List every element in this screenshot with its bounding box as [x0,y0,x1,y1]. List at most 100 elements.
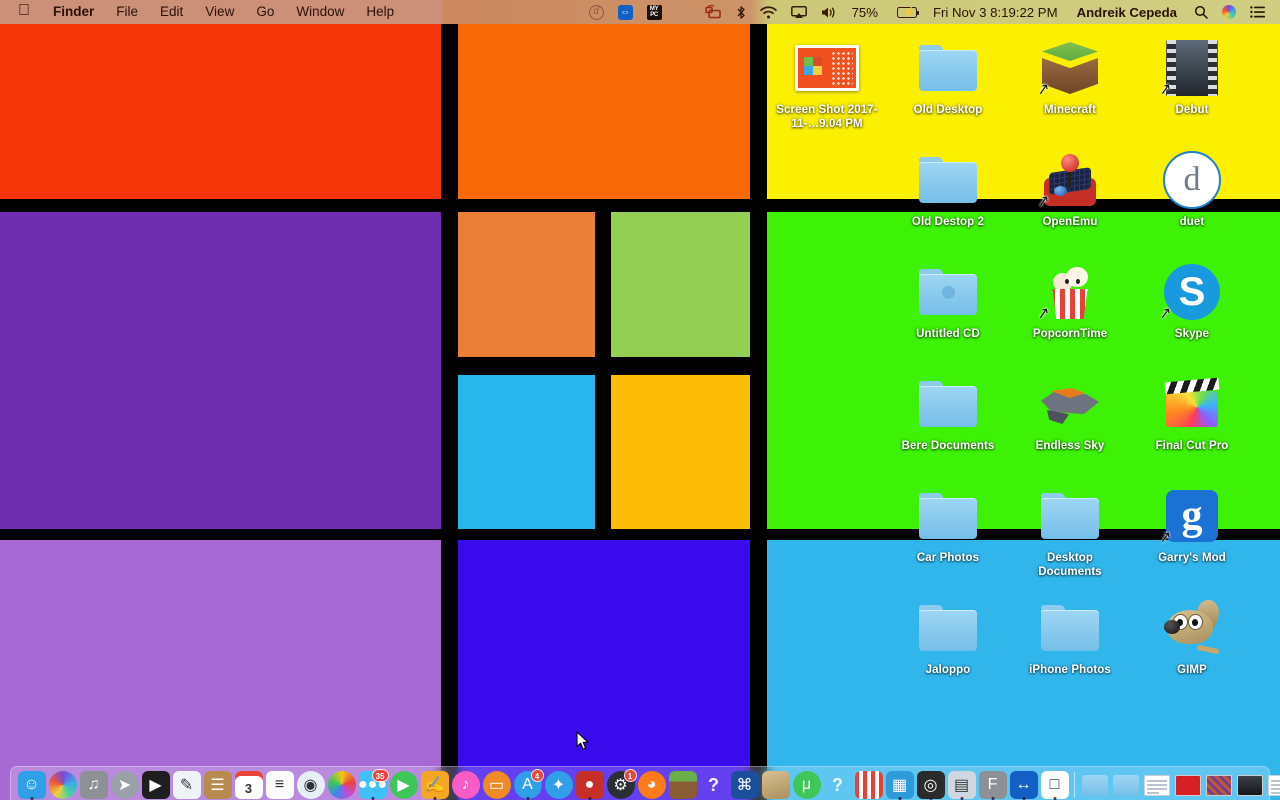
apple-menu-icon[interactable]:  [8,0,42,24]
menu-item-edit[interactable]: Edit [149,0,194,24]
dock-file-folder[interactable] [1111,770,1141,800]
icon-desktop-documents[interactable]: Desktop Documents [1016,484,1124,579]
wifi-icon[interactable] [753,0,784,24]
icon-popcorntime-art: ↗ [1036,260,1102,324]
icon-duet[interactable]: d duet [1138,148,1246,229]
menu-item-file[interactable]: File [105,0,149,24]
icon-car-photos[interactable]: Car Photos [894,484,1002,565]
dock-maps[interactable]: ◉ [296,770,326,800]
dock-libreoffice[interactable]: □ [1040,770,1070,800]
folder-icon [919,157,977,203]
film-strip-icon [1166,40,1218,96]
icon-popcorntime[interactable]: ↗ PopcornTime [1016,260,1124,341]
sync-spinner-icon[interactable] [669,0,698,24]
dock-freeapp[interactable]: ▦ [885,770,915,800]
siri-icon[interactable] [1215,0,1243,24]
dock-preview[interactable]: ✎ [172,770,202,800]
icon-garrys-mod-label: Garry's Mod [1158,552,1226,564]
user-menu[interactable]: Andreik Cepeda [1067,0,1187,24]
dock-minecraft[interactable] [668,770,698,800]
dock-utorrent[interactable]: μ [792,770,822,800]
dock-photos[interactable] [327,770,357,800]
dock-finder[interactable]: ☺ [17,770,47,800]
menu-item-window[interactable]: Window [285,0,355,24]
dock-safari[interactable]: ✦ [544,770,574,800]
folder-icon [919,381,977,427]
dock-file-doc-1[interactable] [1142,770,1172,800]
icon-screen-shot[interactable]: Screen Shot 2017-11-…9.04 PM [773,36,881,131]
dock-ibooks[interactable]: ▭ [482,770,512,800]
dock-teamviewer[interactable]: ↔ [1009,770,1039,800]
duet-icon[interactable]: d [582,0,611,24]
dock[interactable]: ☺ ♫ ➤ ▶ ✎ ☰ 3 ≡ ◉ ●●● 35 ▶ ✍ ♪ ▭ A 4 ✦ ● ⚙ 1 ◕? ⌘ μ? ▦ ◎ ▤ F ↔ □ [10,766,1280,800]
dock-ps4-remote[interactable]: ⌘ [730,770,760,800]
icon-debut[interactable]: ↗ Debut [1138,36,1246,117]
dock-facetime[interactable]: ▶ [389,770,419,800]
icon-minecraft-art: ↗ [1036,36,1102,100]
dock-file-store[interactable] [1080,770,1110,800]
icon-skype[interactable]: S ↗ Skype [1138,260,1246,341]
dock-popcorntime[interactable] [854,770,884,800]
screen-sharing-icon[interactable] [698,0,729,24]
dock-itunes[interactable]: ♪ [451,770,481,800]
dock-fontbook[interactable]: F [978,770,1008,800]
dock-messages[interactable]: ●●● 35 [358,769,389,800]
dock-gimp[interactable] [761,770,791,800]
garrys-mod-icon: g [1166,490,1218,542]
dock-contacts[interactable]: ☰ [203,770,233,800]
notification-center-icon[interactable] [1243,0,1272,24]
menu-item-help[interactable]: Help [355,0,405,24]
volume-icon[interactable] [814,0,843,24]
clock[interactable]: Fri Nov 3 8:19:22 PM [924,0,1067,24]
dock-scanner[interactable]: ▤ [947,770,977,800]
dock-file-crowd[interactable] [1204,770,1234,800]
dock-maps-glyph: ◉ [296,771,325,799]
dock-calendar[interactable]: 3 [234,770,264,800]
spaceship-icon [1041,384,1099,424]
search-icon[interactable] [1187,0,1215,24]
icon-old-destop-2[interactable]: Old Destop 2 [894,148,1002,229]
icon-minecraft[interactable]: ↗ Minecraft [1016,36,1124,117]
mypc-icon[interactable]: MY PC [640,0,669,24]
dock-firefox[interactable]: ◕ [637,770,667,800]
icon-iphone-photos[interactable]: iPhone Photos [1016,596,1124,677]
icon-final-cut-pro[interactable]: Final Cut Pro [1138,372,1246,453]
dock-question[interactable]: ? [823,770,853,800]
bluetooth-icon[interactable] [729,0,753,24]
dock-reminders[interactable]: ≡ [265,770,295,800]
dock-file-dark[interactable] [1235,770,1265,800]
dock-steam-badge: 1 [623,769,637,782]
icon-bere-documents[interactable]: Bere Documents [894,372,1002,453]
icon-garrys-mod[interactable]: g ↗ Garry's Mod [1138,484,1246,565]
icon-jaloppo[interactable]: Jaloppo [894,596,1002,677]
desktop-icon-grid: Screen Shot 2017-11-…9.04 PM Old Desktop ↗… [0,0,1280,800]
dock-file-lego[interactable] [1173,770,1203,800]
dock-help[interactable]: ? [699,770,729,800]
teamviewer-icon[interactable]: ⇔ [611,0,640,24]
dock-app-store[interactable]: A4 [513,769,544,800]
icon-untitled-cd[interactable]: Untitled CD [894,260,1002,341]
dock-file-crowd-thumb [1205,774,1232,796]
dock-itunes-old[interactable]: ♫ [79,770,109,800]
icon-gimp[interactable]: GIMP [1138,596,1246,677]
dock-camera[interactable]: ◎ [916,770,946,800]
battery-percent[interactable]: 75% [843,0,887,24]
icon-old-desktop[interactable]: Old Desktop [894,36,1002,117]
dock-final-cut-pro[interactable]: ▶ [141,770,171,800]
dock-launchpad-glyph: ➤ [110,771,139,799]
dock-launchpad[interactable]: ➤ [110,770,140,800]
icon-endless-sky[interactable]: Endless Sky [1016,372,1124,453]
dock-file-dark-thumb [1236,774,1263,796]
icon-openemu[interactable]: ↗ OpenEmu [1016,148,1124,229]
menu-item-go[interactable]: Go [245,0,285,24]
dock-siri[interactable] [48,770,78,800]
dock-steam[interactable]: ⚙ 1 [606,769,637,800]
dock-file-store-thumb [1081,774,1108,796]
battery-icon[interactable]: ⚡ [887,0,924,24]
airplay-icon[interactable] [784,0,814,24]
menu-item-finder[interactable]: Finder [42,0,105,24]
dock-openemu[interactable]: ● [575,770,605,800]
dock-file-doc-2[interactable] [1266,770,1280,800]
menu-item-view[interactable]: View [194,0,245,24]
dock-pages[interactable]: ✍ [420,770,450,800]
